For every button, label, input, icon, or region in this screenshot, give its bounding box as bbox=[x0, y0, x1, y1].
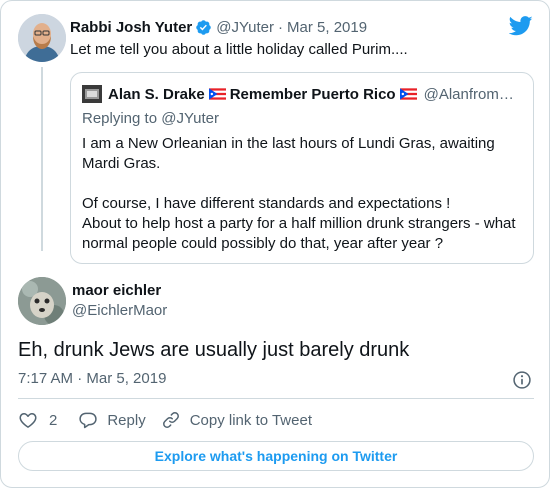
quoted-text-line-3: About to help host a party for a half mi… bbox=[82, 215, 516, 252]
divider bbox=[18, 398, 534, 399]
tweet-embed-card: Rabbi Josh Yuter @JYuter · Mar 5, 2019 L… bbox=[0, 0, 550, 488]
quoted-author-name[interactable]: Alan S. Drake bbox=[108, 86, 205, 103]
twitter-bird-icon[interactable] bbox=[509, 16, 533, 36]
explore-twitter-button[interactable]: Explore what's happening on Twitter bbox=[18, 441, 534, 471]
quoted-text-line-2: Of course, I have different standards an… bbox=[82, 195, 451, 212]
parent-tweet-header: Rabbi Josh Yuter @JYuter · Mar 5, 2019 bbox=[70, 17, 367, 37]
reply-bubble-icon bbox=[79, 412, 98, 429]
tweet-timestamp[interactable]: 7:17 AM · Mar 5, 2019 bbox=[18, 370, 166, 387]
main-tweet-text: Eh, drunk Jews are usually just barely d… bbox=[18, 339, 410, 361]
parent-author-name[interactable]: Rabbi Josh Yuter bbox=[70, 19, 192, 36]
parent-tweet-text: Let me tell you about a little holiday c… bbox=[70, 41, 408, 58]
copy-link-label: Copy link to Tweet bbox=[189, 411, 312, 429]
rabbi-josh-avatar[interactable] bbox=[18, 14, 66, 62]
quoted-text-paragraph-1: I am a New Orleanian in the last hours o… bbox=[82, 135, 495, 172]
parent-tweet-date[interactable]: Mar 5, 2019 bbox=[287, 19, 367, 36]
tweet-actions: 2 Reply Copy link to Tweet bbox=[18, 409, 312, 431]
like-count: 2 bbox=[49, 411, 58, 429]
like-button[interactable]: 2 bbox=[18, 410, 57, 430]
parent-author-handle[interactable]: @JYuter bbox=[216, 19, 274, 36]
heart-icon bbox=[19, 413, 37, 428]
main-author-name[interactable]: maor eichler bbox=[72, 282, 161, 299]
quoted-tweet-text: I am a New Orleanian in the last hours o… bbox=[82, 134, 522, 254]
puerto-rico-flag-icon bbox=[399, 88, 417, 100]
replying-to-label: Replying to @JYuter bbox=[82, 110, 219, 127]
info-icon[interactable] bbox=[512, 370, 532, 390]
separator-dot: · bbox=[278, 18, 284, 36]
copy-link-button[interactable]: Copy link to Tweet bbox=[161, 410, 312, 430]
link-icon bbox=[162, 412, 179, 428]
verified-badge-icon bbox=[196, 19, 212, 35]
quoted-tweet[interactable]: Alan S. Drake Remember Puerto Rico @Alan… bbox=[70, 72, 534, 264]
quoted-tweet-header: Alan S. Drake Remember Puerto Rico @Alan… bbox=[82, 85, 522, 103]
quoted-author-handle[interactable]: @Alanfrom… bbox=[424, 86, 514, 103]
maor-eichler-avatar[interactable] bbox=[18, 277, 66, 325]
reply-label: Reply bbox=[107, 411, 146, 429]
quoted-author-avatar bbox=[82, 85, 102, 103]
puerto-rico-flag-icon bbox=[208, 88, 226, 100]
reply-button[interactable]: Reply bbox=[78, 410, 146, 430]
thread-line bbox=[41, 67, 43, 251]
main-author-handle[interactable]: @EichlerMaor bbox=[72, 302, 167, 319]
quoted-author-suffix: Remember Puerto Rico bbox=[229, 85, 396, 103]
